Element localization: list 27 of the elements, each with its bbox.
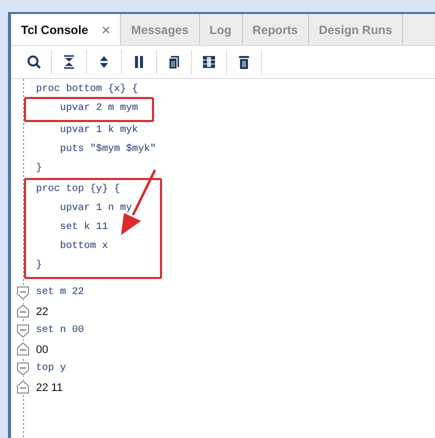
- command-marker-icon[interactable]: [16, 361, 30, 376]
- columns-icon[interactable]: [201, 54, 217, 70]
- output-text: 22: [36, 306, 48, 318]
- code-line: upvar 1 n my: [59, 202, 132, 216]
- command-text: set n 00: [36, 324, 84, 338]
- output-marker-icon[interactable]: [16, 342, 30, 357]
- output-text: 22 11: [36, 382, 63, 394]
- output-text: 00: [36, 344, 48, 356]
- tab[interactable]: Tcl Console: [11, 14, 122, 45]
- command-text: set m 22: [36, 286, 84, 300]
- code-line: set k 11: [59, 220, 108, 235]
- command-marker-icon[interactable]: [16, 285, 30, 300]
- code-line: proc bottom {x} {: [36, 82, 138, 97]
- command-text: top y: [36, 362, 66, 376]
- output-marker-icon[interactable]: [16, 304, 30, 319]
- code-line: }: [36, 162, 42, 176]
- code-line: puts "$mym $myk": [59, 142, 156, 157]
- code-line: proc top {y} {: [36, 182, 120, 197]
- collapse-all-icon[interactable]: [61, 54, 77, 70]
- output-marker-icon[interactable]: [16, 380, 30, 395]
- search-icon[interactable]: [26, 54, 42, 70]
- code-line: }: [36, 258, 42, 273]
- code-line: upvar 2 m mym: [59, 102, 138, 116]
- code-line: bottom x: [59, 240, 108, 254]
- trash-icon[interactable]: [236, 54, 252, 70]
- command-marker-icon[interactable]: [16, 323, 30, 338]
- code-line: upvar 1 k myk: [59, 124, 138, 138]
